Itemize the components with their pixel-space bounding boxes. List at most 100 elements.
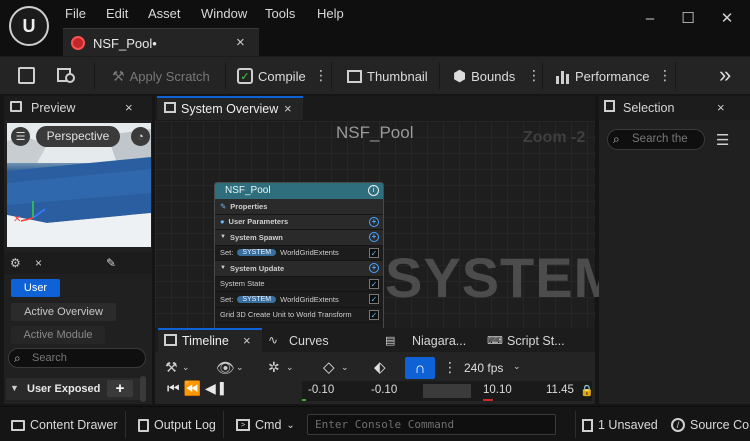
menu-edit[interactable]: Edit bbox=[106, 6, 128, 21]
selection-tab-close-icon[interactable]: × bbox=[717, 100, 725, 115]
chevron-down-icon[interactable]: ⌄ bbox=[286, 362, 294, 373]
console-command-input[interactable]: Enter Console Command bbox=[307, 414, 556, 435]
view-start-value[interactable]: -0.10 bbox=[371, 384, 397, 396]
browse-asset-icon[interactable] bbox=[57, 67, 77, 84]
add-spawn-module-icon[interactable]: + bbox=[369, 232, 379, 243]
playhead-range-bar[interactable] bbox=[423, 384, 471, 398]
niagara-log-tab[interactable]: Niagara... bbox=[412, 334, 466, 348]
performance-button[interactable]: Performance bbox=[556, 67, 649, 85]
jump-to-start-icon[interactable]: ⏮ bbox=[167, 380, 180, 397]
filter-icon[interactable]: ☰ bbox=[716, 131, 729, 149]
content-drawer-button[interactable]: Content Drawer bbox=[11, 418, 118, 432]
system-overview-tab-close-icon[interactable]: × bbox=[284, 101, 292, 116]
range-start-value[interactable]: -0.10 bbox=[308, 384, 334, 396]
compile-options-icon[interactable]: ⋮ bbox=[314, 67, 328, 84]
range-end-value[interactable]: 11.45 bbox=[546, 384, 574, 396]
keyframe-diamond-icon[interactable]: ◇ bbox=[323, 358, 335, 376]
time-ruler[interactable]: -0.10 -0.10 10.10 11.45 🔒 bbox=[302, 381, 594, 401]
update-set-checkbox[interactable]: ✓ bbox=[369, 294, 379, 305]
play-reverse-icon[interactable]: ◀ bbox=[205, 380, 216, 397]
unsaved-button[interactable]: 1 Unsaved bbox=[582, 418, 658, 432]
system-node-header[interactable]: NSF_Pool i bbox=[215, 183, 383, 199]
add-user-parameter-icon[interactable]: + bbox=[369, 216, 379, 227]
system-spawn-row[interactable]: ▼ System Spawn + bbox=[215, 230, 383, 246]
timeline-tab[interactable]: Timeline × bbox=[158, 328, 262, 352]
add-parameter-button[interactable]: + bbox=[107, 380, 133, 397]
loop-icon[interactable]: ▌ bbox=[220, 383, 228, 395]
params-search-input[interactable]: ⌕ Search bbox=[8, 348, 146, 368]
niagara-log-icon: ▤ bbox=[385, 335, 396, 347]
details-tab-close-icon[interactable]: × bbox=[35, 256, 42, 270]
performance-options-icon[interactable]: ⋮ bbox=[658, 67, 672, 84]
snap-options-icon[interactable]: ⋮ bbox=[443, 359, 457, 376]
system-overview-tab[interactable]: System Overview × bbox=[157, 96, 303, 120]
selection-tab-icon bbox=[604, 100, 615, 112]
system-state-row[interactable]: System State ✓ bbox=[215, 277, 383, 292]
visibility-eye-icon[interactable]: 👁 bbox=[216, 359, 235, 377]
grid-create-unit-row[interactable]: Grid 3D Create Unit to World Transform ✓ bbox=[215, 308, 383, 323]
chevron-down-icon[interactable]: ⌄ bbox=[341, 362, 349, 373]
timeline-tab-close-icon[interactable]: × bbox=[243, 333, 251, 348]
menu-help[interactable]: Help bbox=[317, 6, 344, 21]
compile-button[interactable]: ✓ Compile bbox=[237, 67, 306, 85]
chevron-down-icon[interactable]: ⌄ bbox=[236, 362, 244, 373]
update-set-row[interactable]: Set: SYSTEM WorldGridExtents ✓ bbox=[215, 292, 383, 308]
document-tab[interactable]: NSF_Pool• × bbox=[63, 28, 259, 56]
key-interp-icon[interactable]: ⬖ bbox=[374, 358, 386, 376]
menu-window[interactable]: Window bbox=[201, 6, 247, 21]
active-module-button[interactable]: Active Module bbox=[11, 326, 105, 344]
add-update-module-icon[interactable]: + bbox=[369, 263, 379, 274]
track-tools-icon[interactable]: ⚒ bbox=[165, 359, 178, 376]
bounds-options-icon[interactable]: ⋮ bbox=[527, 67, 541, 84]
spawn-set-row[interactable]: Set: SYSTEM WorldGridExtents ✓ bbox=[215, 246, 383, 261]
fps-dropdown[interactable]: 240 fps bbox=[464, 361, 503, 375]
info-icon[interactable]: i bbox=[368, 185, 379, 196]
selection-search-input[interactable]: ⌕ Search the bbox=[607, 129, 705, 150]
more-tools-icon[interactable]: » bbox=[719, 62, 731, 88]
system-node[interactable]: NSF_Pool i ✎ Properties ● User Parameter… bbox=[214, 182, 384, 332]
save-icon[interactable] bbox=[18, 67, 35, 84]
lock-icon[interactable]: 🔒 bbox=[580, 384, 594, 397]
script-stats-icon: ⌨ bbox=[487, 335, 503, 347]
menu-asset[interactable]: Asset bbox=[148, 6, 181, 21]
properties-row[interactable]: ✎ Properties bbox=[215, 199, 383, 215]
realtime-toggle-icon[interactable]: ◔ bbox=[131, 127, 150, 146]
system-state-checkbox[interactable]: ✓ bbox=[369, 278, 379, 289]
snap-magnet-button[interactable]: ∩ bbox=[405, 357, 435, 379]
selection-tab[interactable]: Selection × bbox=[599, 96, 750, 120]
menu-tools[interactable]: Tools bbox=[265, 6, 295, 21]
preview-viewport[interactable]: ☰ Perspective ◔ ✕ bbox=[7, 123, 151, 247]
spawn-set-checkbox[interactable]: ✓ bbox=[369, 247, 379, 258]
step-back-icon[interactable]: ⏪ bbox=[184, 380, 201, 397]
curves-tab[interactable]: Curves bbox=[289, 334, 329, 348]
chevron-down-icon[interactable]: ⌄ bbox=[182, 362, 190, 373]
viewport-menu-icon[interactable]: ☰ bbox=[11, 127, 30, 146]
params-scrollbar[interactable] bbox=[140, 376, 146, 402]
user-exposed-section[interactable]: ▼ User Exposed + bbox=[6, 378, 140, 400]
view-end-value[interactable]: 10.10 bbox=[483, 384, 512, 396]
details-icon[interactable]: ⚙ bbox=[10, 256, 21, 270]
view-mode-button[interactable]: Perspective bbox=[36, 126, 120, 147]
menu-file[interactable]: File bbox=[65, 6, 86, 21]
active-overview-button[interactable]: Active Overview bbox=[11, 303, 116, 321]
document-tab-close-icon[interactable]: × bbox=[236, 34, 245, 51]
grid-create-unit-checkbox[interactable]: ✓ bbox=[369, 309, 379, 320]
close-window-button[interactable]: ✕ bbox=[716, 8, 738, 28]
maximize-button[interactable]: ☐ bbox=[677, 8, 699, 28]
script-stats-tab[interactable]: Script St... bbox=[507, 334, 565, 348]
system-update-row[interactable]: ▼ System Update + bbox=[215, 261, 383, 277]
user-parameters-row[interactable]: ● User Parameters + bbox=[215, 214, 383, 230]
bounds-button[interactable]: ⬢ Bounds bbox=[453, 67, 515, 85]
apply-scratch-button[interactable]: ⚒ Apply Scratch bbox=[112, 67, 210, 85]
preview-tab[interactable]: Preview × bbox=[4, 96, 152, 120]
output-log-button[interactable]: Output Log bbox=[138, 418, 216, 432]
cmd-dropdown[interactable]: > Cmd ⌄ bbox=[236, 418, 295, 432]
user-button[interactable]: User bbox=[11, 279, 60, 297]
chevron-down-icon[interactable]: ⌄ bbox=[513, 361, 521, 372]
minimize-button[interactable]: – bbox=[639, 8, 661, 28]
source-control-button[interactable]: / Source Co bbox=[671, 418, 749, 432]
thumbnail-button[interactable]: Thumbnail bbox=[347, 67, 428, 85]
preview-tab-close-icon[interactable]: × bbox=[125, 100, 133, 115]
snapping-icon[interactable]: ✲ bbox=[268, 359, 280, 376]
edit-details-icon[interactable]: ✎ bbox=[106, 256, 116, 270]
